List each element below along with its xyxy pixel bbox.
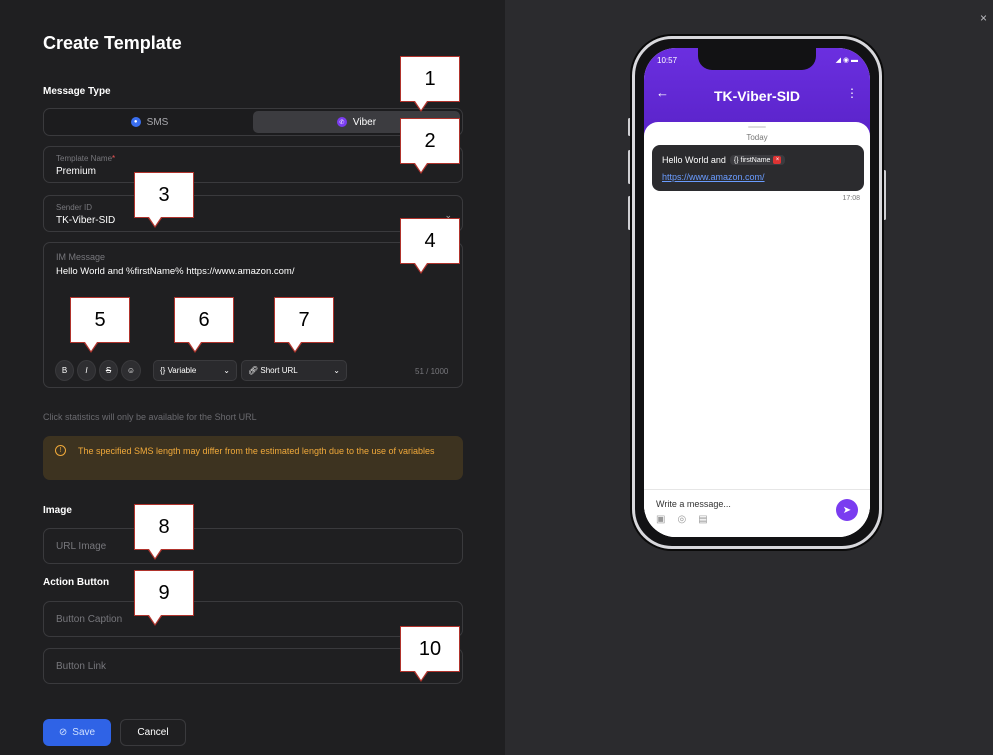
sender-id-value: TK-Viber-SID	[56, 215, 116, 226]
emoji-button[interactable]: ☺	[121, 360, 141, 381]
chevron-down-icon: ⌄	[333, 366, 340, 375]
link-icon: 🔗︎	[248, 366, 259, 375]
camera-icon: ◎	[677, 514, 687, 525]
callout-5: 5	[70, 297, 130, 353]
phone-screen: 10:57 ◢ ◉ ▬ ← TK-Viber-SID ⋮ Today Hello…	[644, 48, 870, 537]
more-vertical-icon: ⋮	[846, 86, 858, 100]
character-counter: 51 / 1000	[415, 367, 449, 376]
phone-power-button	[883, 170, 886, 220]
short-url-label: Short URL	[260, 366, 298, 375]
variable-chip-label: {} firstName	[733, 156, 771, 164]
template-name-label: Template Name	[56, 154, 113, 163]
sender-id-label: Sender ID	[56, 203, 93, 212]
message-time: 17:08	[842, 195, 860, 202]
sheet-handle	[748, 126, 766, 128]
variable-chip: {} firstName ×	[729, 155, 786, 165]
required-mark: *	[112, 154, 116, 163]
warning-icon: !	[55, 445, 66, 456]
compose-bar: Write a message... ▣ ◎ ▤ ➤	[644, 489, 870, 537]
save-button[interactable]: ⊘ Save	[43, 719, 111, 746]
chevron-down-icon: ⌄	[223, 366, 230, 375]
phone-mute-switch	[628, 118, 631, 136]
warning-text: The specified SMS length may differ from…	[78, 446, 435, 456]
strikethrough-button[interactable]: S	[99, 360, 118, 381]
send-icon: ➤	[836, 499, 858, 521]
callout-2: 2	[400, 118, 460, 174]
bold-button[interactable]: B	[55, 360, 74, 381]
gallery-icon: ▣	[656, 514, 666, 525]
short-url-hint: Click statistics will only be available …	[43, 412, 257, 422]
sms-length-warning: ! The specified SMS length may differ fr…	[43, 436, 463, 480]
message-bubble: Hello World and {} firstName × https://w…	[652, 145, 864, 191]
date-separator: Today	[746, 133, 768, 142]
phone-volume-down	[628, 196, 631, 230]
message-link: https://www.amazon.com/	[662, 172, 765, 182]
callout-10: 10	[400, 626, 460, 682]
compose-placeholder: Write a message...	[656, 499, 731, 509]
template-name-value: Premium	[56, 166, 97, 177]
callout-7: 7	[274, 297, 334, 353]
im-message-label: IM Message	[56, 252, 106, 262]
message-type-label: Message Type	[43, 86, 111, 97]
emoji-icon: ☺	[126, 366, 136, 375]
variable-dropdown[interactable]: {} Variable ⌄	[153, 360, 237, 381]
callout-3: 3	[134, 172, 194, 228]
chat-body: Today Hello World and {} firstName × htt…	[644, 122, 870, 537]
viber-option-label: Viber	[352, 116, 377, 128]
message-text: Hello World and	[662, 155, 726, 165]
image-label: Image	[43, 505, 72, 516]
status-time: 10:57	[657, 56, 678, 65]
url-image-input[interactable]: URL Image	[43, 528, 463, 564]
action-button-label: Action Button	[43, 577, 110, 588]
callout-6: 6	[174, 297, 234, 353]
variable-dropdown-label: {} Variable	[160, 366, 197, 375]
chat-sender-name: TK-Viber-SID	[713, 88, 801, 104]
callout-8: 8	[134, 504, 194, 560]
callout-4: 4	[400, 218, 460, 274]
sms-option[interactable]: ● SMS	[46, 111, 253, 133]
remove-icon: ×	[773, 156, 782, 164]
phone-notch	[698, 48, 816, 70]
italic-button[interactable]: I	[77, 360, 96, 381]
sms-option-label: SMS	[146, 116, 169, 128]
cancel-button[interactable]: Cancel	[120, 719, 186, 746]
page-title: Create Template	[43, 33, 182, 53]
button-link-placeholder: Button Link	[56, 661, 107, 672]
url-image-placeholder: URL Image	[56, 541, 107, 552]
sms-icon: ●	[130, 117, 141, 127]
callout-9: 9	[134, 570, 194, 626]
close-icon[interactable]: ×	[980, 12, 987, 24]
check-circle-icon: ⊘	[58, 727, 68, 738]
signal-icon: ◢ ◉ ▬	[835, 57, 858, 64]
viber-icon: ✆	[336, 117, 347, 127]
button-caption-placeholder: Button Caption	[56, 614, 123, 625]
phone-volume-up	[628, 150, 631, 184]
callout-1: 1	[400, 56, 460, 112]
create-template-modal: Create Template Message Type ● SMS ✆ Vib…	[0, 0, 993, 755]
save-label: Save	[72, 727, 96, 738]
short-url-dropdown[interactable]: 🔗︎ Short URL ⌄	[241, 360, 347, 381]
im-message-value: Hello World and %firstName% https://www.…	[56, 266, 295, 277]
phone-preview: 10:57 ◢ ◉ ▬ ← TK-Viber-SID ⋮ Today Hello…	[632, 36, 882, 549]
sticker-icon: ▤	[698, 514, 708, 525]
